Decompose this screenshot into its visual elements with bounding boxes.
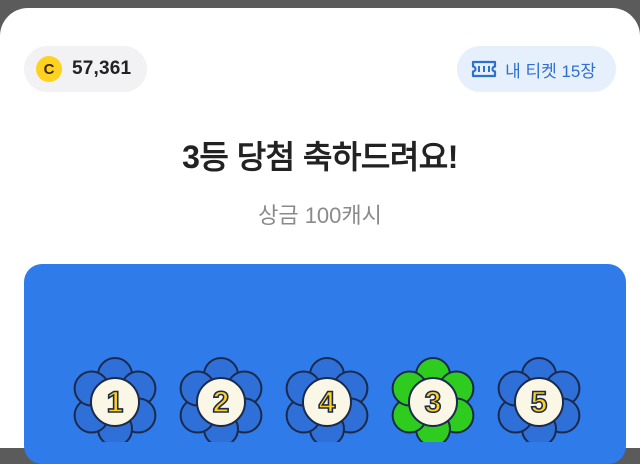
flower-icon: 3 [391, 357, 475, 442]
flower-1[interactable]: 1 [70, 352, 160, 442]
flower-2[interactable]: 2 [176, 352, 266, 442]
ticket-button[interactable]: 내 티켓 15장 [457, 46, 616, 92]
coin-balance[interactable]: C 57,361 [24, 46, 148, 92]
result-sheet: C 57,361 내 티켓 15장 3등 당첨 축하드려요! 상금 100캐시 … [0, 8, 640, 464]
flower-board: 1 2 4 3 5 [24, 264, 626, 464]
flower-5[interactable]: 5 [494, 352, 584, 442]
flower-icon: 1 [73, 357, 157, 442]
flower-number: 1 [107, 386, 124, 419]
flower-number: 4 [319, 386, 336, 419]
flower-icon: 5 [497, 357, 581, 442]
flower-icon: 4 [285, 357, 369, 442]
prize-label: 상금 100캐시 [258, 203, 382, 228]
flower-number: 3 [425, 386, 442, 419]
flower-number: 5 [531, 386, 548, 419]
ticket-icon [471, 60, 497, 78]
flower-icon: 2 [179, 357, 263, 442]
flower-3[interactable]: 3 [388, 352, 478, 442]
result-title: 3등 당첨 축하드려요! [182, 139, 458, 175]
coin-balance-value: 57,361 [72, 58, 132, 79]
ticket-count-label: 내 티켓 15장 [505, 61, 596, 81]
flower-number: 2 [213, 386, 230, 419]
coin-icon: C [36, 56, 62, 82]
flower-4[interactable]: 4 [282, 352, 372, 442]
